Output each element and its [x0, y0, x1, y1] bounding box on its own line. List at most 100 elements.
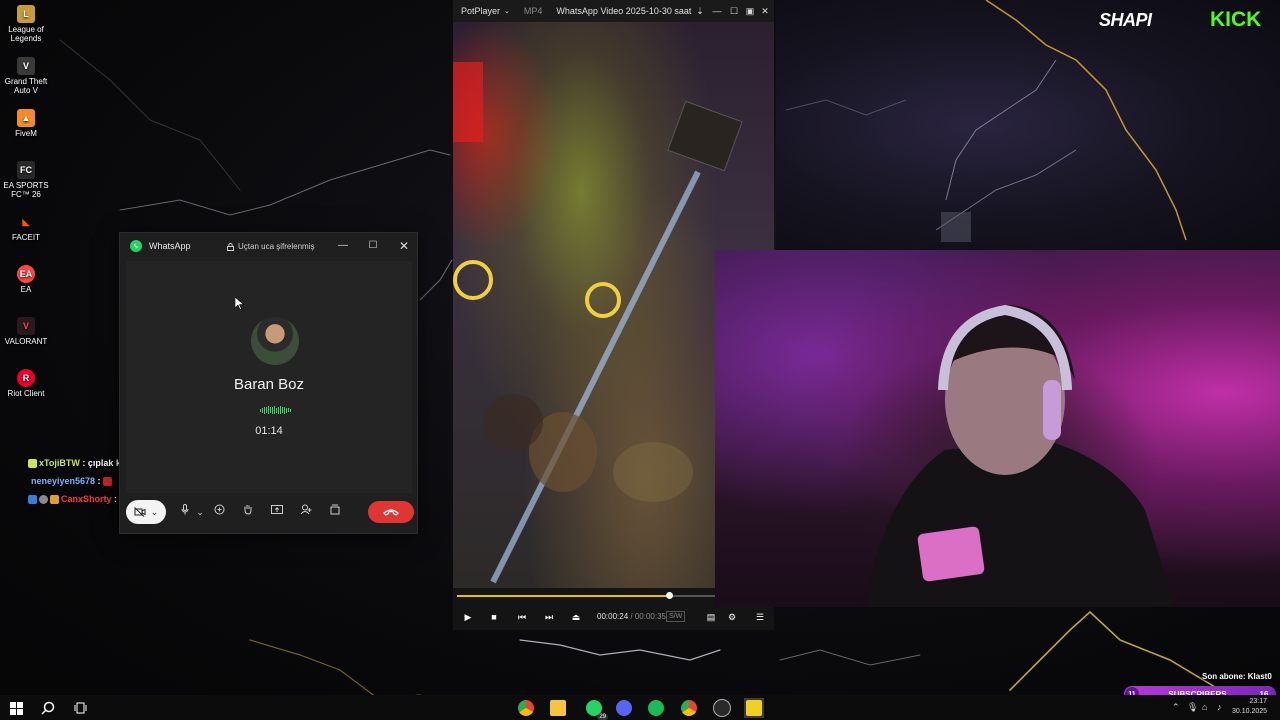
close-button[interactable]: ✕: [758, 3, 772, 19]
globe-badge-icon: [39, 495, 48, 505]
task-view-button[interactable]: [70, 698, 90, 718]
play-button[interactable]: ▶: [461, 610, 475, 624]
raise-hand-button[interactable]: [239, 503, 257, 521]
emote-icon: [103, 477, 113, 487]
windows-icon: [9, 701, 23, 715]
close-button[interactable]: ✕: [396, 238, 412, 254]
eafc-icon: FC: [17, 161, 35, 179]
taskbar-potplayer[interactable]: [744, 698, 764, 718]
spotify-icon: [648, 700, 664, 716]
speed-indicator[interactable]: S/W: [666, 611, 686, 622]
clock-date: 30.10.2025: [1232, 708, 1268, 715]
call-toolbar: ⌄ ⌄: [120, 499, 417, 533]
potplayer-titlebar[interactable]: PotPlayer ⌄ MP4 WhatsApp Video 2025-10-3…: [453, 0, 774, 22]
mic-options-chevron-icon[interactable]: ⌄: [195, 503, 205, 521]
stream-background-art: [776, 0, 1280, 250]
gta-icon: V: [17, 57, 35, 75]
potplayer-icon: [746, 700, 762, 716]
desktop-icon-label: FACEIT: [11, 233, 40, 242]
start-button[interactable]: [6, 698, 26, 718]
ea-icon: EA: [17, 265, 35, 283]
screen-share-icon: [271, 505, 283, 514]
more-icon: [330, 504, 340, 515]
call-panel: Baran Boz 01:14: [126, 261, 412, 493]
playlist-icon[interactable]: ▤: [704, 610, 718, 624]
folder-icon: [550, 700, 566, 716]
desktop-icon-faceit[interactable]: ◣ FACEIT: [0, 213, 52, 242]
taskbar-chrome[interactable]: [516, 698, 536, 718]
chrome-icon: [681, 700, 697, 716]
add-participant-button[interactable]: [297, 503, 315, 521]
taskbar-whatsapp[interactable]: 29: [584, 698, 608, 720]
taskbar-explorer[interactable]: [548, 698, 568, 718]
pin-icon[interactable]: ⇣: [693, 3, 707, 19]
desktop-icon-fivem[interactable]: ▲ FiveM: [0, 109, 52, 138]
tray-chevron-icon[interactable]: ⌃: [1172, 702, 1180, 713]
whatsapp-titlebar[interactable]: WhatsApp Uçtan uca şifrelenmiş — ☐ ✕: [120, 233, 417, 259]
video-format: MP4: [523, 6, 543, 16]
audio-wave-icon: [251, 406, 299, 414]
seek-handle[interactable]: [666, 592, 674, 599]
add-user-icon: [300, 504, 312, 515]
whatsapp-call-window: WhatsApp Uçtan uca şifrelenmiş — ☐ ✕ Bar…: [119, 232, 418, 534]
clock-time: 23:17: [1249, 698, 1268, 705]
taskbar-discord[interactable]: [614, 698, 634, 718]
taskbar-obs[interactable]: [712, 698, 732, 718]
fullscreen-button[interactable]: ▣: [743, 3, 757, 19]
desktop-icon-label: Grand Theft Auto V: [4, 77, 48, 95]
search-button[interactable]: [38, 698, 58, 718]
kick-logo: KICK: [1210, 8, 1262, 31]
playback-time: 00:00:24 / 00:00:35: [597, 612, 666, 621]
whatsapp-icon: [130, 240, 142, 252]
chat-message: neneyiyen5678 :: [28, 472, 132, 490]
taskbar-clock[interactable]: 23:17 30.10.2025: [1232, 697, 1267, 717]
sub-badge-icon: [28, 459, 37, 469]
caller-avatar: [251, 317, 299, 365]
camera-toggle-button[interactable]: ⌄: [126, 500, 166, 524]
whatsapp-title: WhatsApp: [149, 241, 191, 251]
desktop-icon-label: EA: [20, 285, 32, 294]
riot-icon: R: [17, 369, 35, 387]
minimize-button[interactable]: —: [335, 238, 351, 254]
settings-icon[interactable]: ⚙: [725, 610, 739, 624]
chevron-down-icon[interactable]: ⌄: [151, 507, 159, 518]
menu-icon[interactable]: ☰: [753, 610, 767, 624]
end-call-button[interactable]: [368, 501, 414, 523]
more-options-button[interactable]: [326, 503, 344, 521]
desktop-icon-valorant[interactable]: V VALORANT: [0, 317, 52, 346]
microphone-icon[interactable]: 🎙: [1187, 702, 1198, 713]
valorant-icon: V: [17, 317, 35, 335]
obs-icon: [713, 699, 731, 717]
eject-button[interactable]: ⏏: [569, 610, 583, 624]
chevron-down-icon[interactable]: ⌄: [504, 7, 510, 15]
potplayer-menu[interactable]: PotPlayer: [461, 6, 500, 16]
stop-button[interactable]: ■: [487, 610, 501, 624]
participants-icon: [214, 504, 224, 515]
hang-up-icon: [383, 509, 399, 516]
desktop-icon-eafc[interactable]: FC EA SPORTS FC™ 26: [0, 161, 52, 199]
hand-icon: [244, 505, 252, 515]
maximize-button[interactable]: ☐: [365, 238, 381, 254]
desktop-icon-riot[interactable]: R Riot Client: [0, 369, 52, 398]
taskbar-spotify[interactable]: [646, 698, 666, 718]
desktop-icon-gta[interactable]: V Grand Theft Auto V: [0, 57, 52, 95]
minimize-button[interactable]: —: [710, 3, 724, 19]
time-separator: /: [630, 612, 633, 621]
microphone-button[interactable]: [176, 503, 194, 521]
notification-badge: 29: [597, 714, 608, 720]
task-view-icon: [74, 702, 86, 714]
screen-share-button[interactable]: [268, 503, 286, 521]
mouse-cursor-icon: [235, 297, 244, 310]
next-button[interactable]: ⏭: [542, 610, 556, 624]
network-icon[interactable]: ⌂: [1202, 702, 1207, 712]
previous-button[interactable]: ⏮: [515, 610, 529, 624]
maximize-button[interactable]: ☐: [727, 3, 741, 19]
volume-icon[interactable]: ♪: [1217, 702, 1222, 712]
desktop-icon-ea[interactable]: EA EA: [0, 265, 52, 294]
gift-badge-icon: [50, 495, 59, 505]
microphone-icon: [181, 504, 189, 515]
chat-message: CanxShorty :: [28, 490, 132, 508]
desktop-icon-league[interactable]: L League of Legends: [0, 5, 52, 43]
taskbar-chrome-2[interactable]: [679, 698, 699, 718]
participants-button[interactable]: [210, 503, 228, 521]
